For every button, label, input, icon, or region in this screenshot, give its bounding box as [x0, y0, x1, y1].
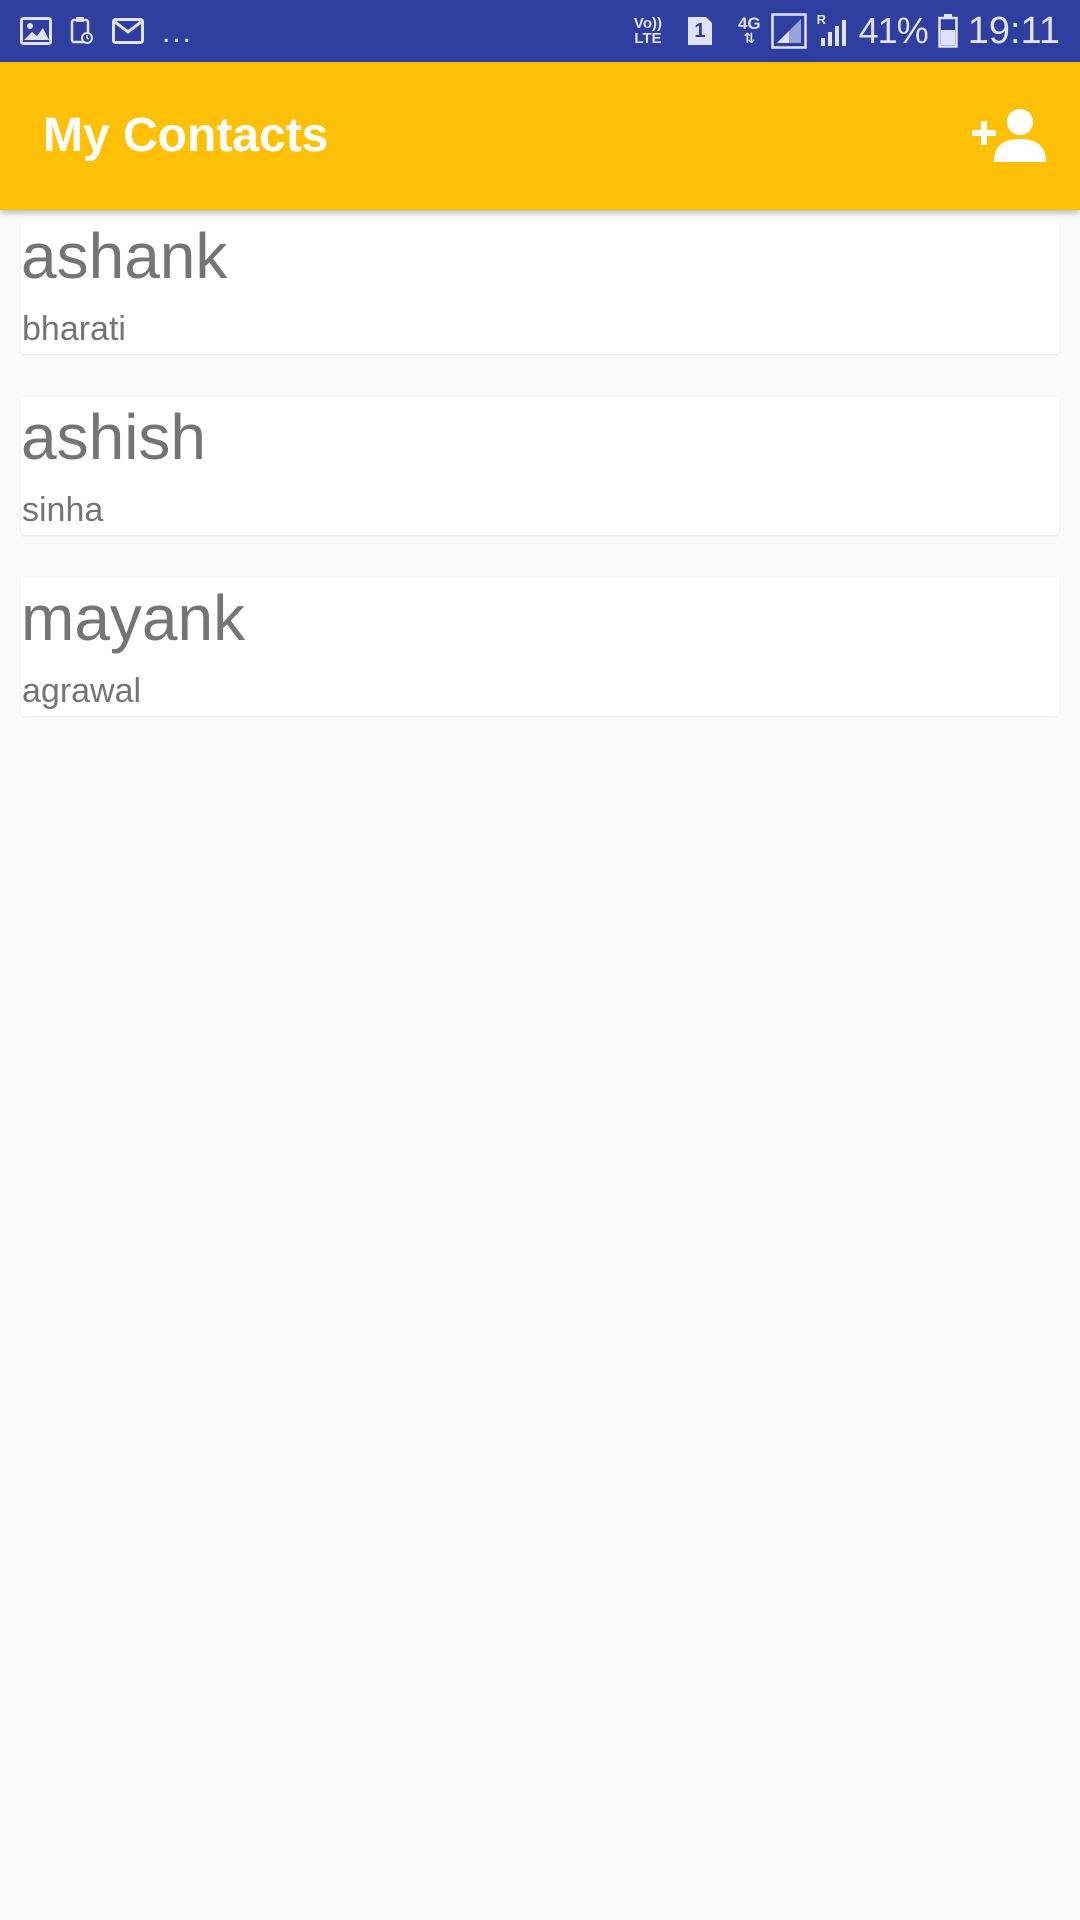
contact-list: ashank bharati ashish sinha mayank agraw… — [21, 216, 1059, 759]
contact-card[interactable]: ashank bharati — [21, 216, 1059, 354]
status-bar: ... Vo)) LTE 1 4G ⇅ R 41% 19:11 — [0, 0, 1080, 62]
contact-first-name: ashank — [21, 220, 228, 292]
contact-last-name: agrawal — [22, 672, 142, 710]
more-notifications-indicator: ... — [162, 16, 194, 49]
mail-icon — [112, 18, 144, 44]
image-icon — [20, 17, 52, 45]
volte-label-bottom: LTE — [634, 30, 662, 47]
contact-card[interactable]: mayank agrawal — [21, 578, 1059, 716]
battery-icon — [937, 14, 958, 48]
battery-percent: 41% — [858, 10, 929, 51]
status-bar-notifications: ... — [20, 14, 193, 48]
volte-icon: Vo)) LTE — [634, 16, 662, 46]
sim-card-icon: 1 — [686, 15, 714, 47]
contact-last-name: bharati — [22, 310, 126, 348]
sim-slot-number: 1 — [694, 20, 706, 42]
contact-first-name: ashish — [21, 401, 206, 473]
volte-label-top: Vo)) — [633, 15, 662, 32]
clipboard-sync-icon — [70, 16, 94, 46]
network-type-icon: 4G ⇅ — [737, 14, 761, 46]
add-contact-button[interactable] — [970, 106, 1050, 166]
app-bar: My Contacts — [0, 62, 1080, 210]
status-bar-system: Vo)) LTE 1 4G ⇅ R 41% 19:11 — [634, 10, 1060, 53]
contact-last-name: sinha — [22, 491, 104, 529]
data-arrows-icon: ⇅ — [743, 30, 756, 46]
contact-card[interactable]: ashish sinha — [21, 397, 1059, 535]
add-person-icon — [972, 108, 1048, 164]
page-title: My Contacts — [43, 109, 329, 162]
roaming-indicator: R — [816, 12, 827, 27]
signal-sim2-icon: R — [816, 12, 849, 48]
clock: 19:11 — [967, 9, 1060, 52]
network-type-label: 4G — [737, 14, 761, 33]
signal-sim1-icon — [770, 13, 807, 49]
contact-first-name: mayank — [21, 582, 246, 654]
